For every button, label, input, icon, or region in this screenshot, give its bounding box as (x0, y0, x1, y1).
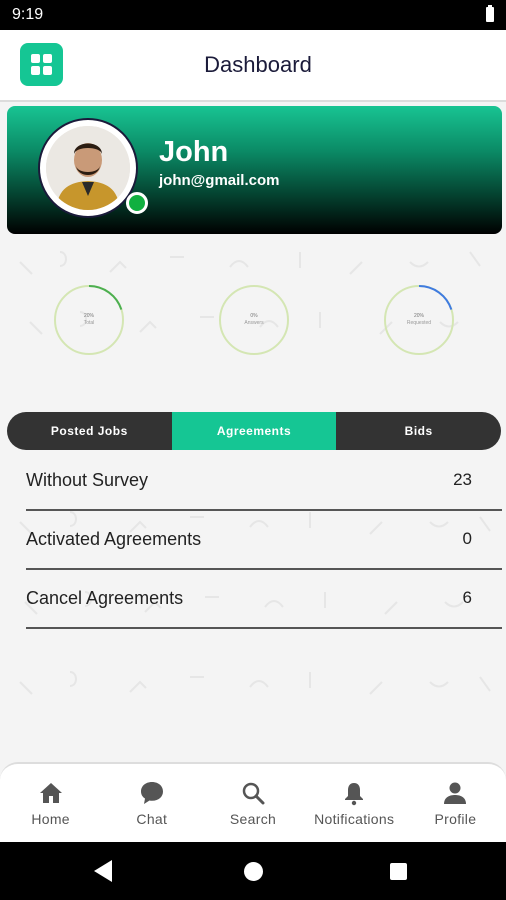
nav-search[interactable]: Search (202, 764, 303, 844)
list-item-activated-agreements[interactable]: Activated Agreements 0 (26, 511, 502, 570)
nav-label: Chat (136, 811, 168, 827)
nav-label: Notifications (314, 811, 395, 827)
stat-value: 20% (413, 313, 424, 319)
stat-value: 0% (250, 313, 258, 319)
person-icon (444, 782, 467, 804)
tab-agreements[interactable]: Agreements (171, 412, 337, 450)
home-icon (39, 783, 62, 803)
recent-apps-icon[interactable] (390, 863, 407, 880)
stat-value: 20% (83, 313, 94, 319)
segmented-tabs: Posted Jobs Agreements Bids (7, 412, 501, 450)
avatar-photo (46, 126, 130, 210)
status-time: 9:19 (12, 6, 44, 23)
app-bar: Dashboard (0, 30, 506, 102)
page-title: Dashboard (204, 52, 312, 77)
user-email: john@gmail.com (159, 172, 280, 189)
bottom-navigation: Home Chat Search Notifications Profile (0, 762, 506, 844)
avatar[interactable] (38, 118, 148, 218)
bell-icon (345, 783, 364, 806)
search-icon (242, 782, 265, 805)
stat-total: 20% Total (49, 280, 129, 360)
row-label: Cancel Agreements (26, 588, 184, 608)
profile-card: John john@gmail.com (7, 106, 502, 234)
stat-requested: 20% Requested (379, 280, 459, 360)
stat-label: Total (83, 320, 95, 326)
nav-label: Search (229, 811, 277, 827)
system-navigation-bar (0, 842, 506, 900)
stat-answers: 0% Answers (214, 280, 294, 360)
nav-label: Home (31, 811, 70, 827)
row-count: 23 (453, 470, 472, 489)
nav-home[interactable]: Home (0, 764, 101, 844)
list-item-cancel-agreements[interactable]: Cancel Agreements 6 (26, 570, 502, 629)
battery-icon (486, 5, 494, 22)
row-label: Without Survey (26, 470, 149, 490)
row-count: 6 (462, 588, 472, 607)
nav-label: Profile (434, 811, 477, 827)
chat-icon (140, 782, 163, 804)
nav-profile[interactable]: Profile (405, 764, 506, 844)
row-count: 0 (462, 529, 472, 548)
stat-label: Requested (406, 320, 432, 326)
tab-bids[interactable]: Bids (336, 412, 501, 450)
nav-chat[interactable]: Chat (101, 764, 202, 844)
status-bar: 9:19 (0, 0, 506, 30)
user-name: John (159, 136, 229, 168)
list-item-without-survey[interactable]: Without Survey 23 (26, 452, 502, 511)
back-icon[interactable] (94, 860, 112, 882)
stat-label: Answers (244, 320, 264, 326)
row-label: Activated Agreements (26, 529, 202, 549)
nav-notifications[interactable]: Notifications (304, 764, 405, 844)
online-status-dot (126, 192, 148, 214)
home-button-icon[interactable] (244, 862, 263, 881)
tab-posted-jobs[interactable]: Posted Jobs (7, 412, 172, 450)
